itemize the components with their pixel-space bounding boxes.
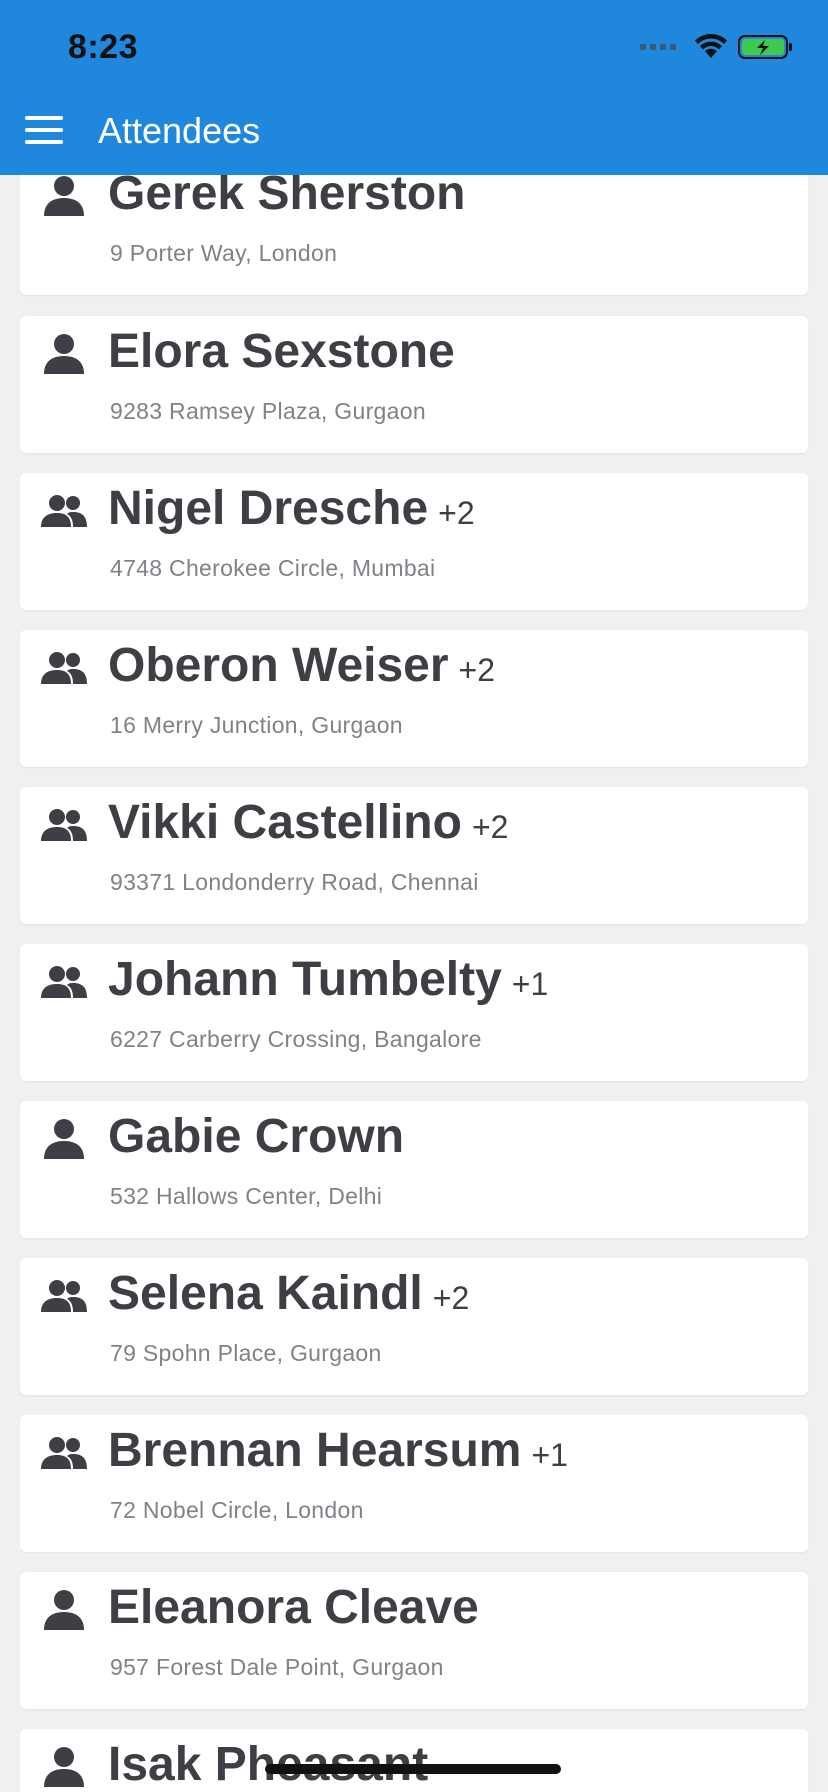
attendee-name: Oberon Weiser <box>108 639 449 692</box>
app-screen: Gerek Sherston 9 Porter Way, London Elor… <box>0 0 828 1792</box>
attendee-card[interactable]: Isak Pheasant <box>20 1729 808 1792</box>
attendee-card[interactable]: Gabie Crown 532 Hallows Center, Delhi <box>20 1101 808 1238</box>
group-icon <box>41 966 87 998</box>
attendee-name: Gabie Crown <box>108 1110 405 1163</box>
attendee-name-line: Elora Sexstone <box>108 324 465 379</box>
attendee-address: 93371 Londonderry Road, Chennai <box>110 869 479 895</box>
app-header: 8:23 Attendees <box>0 0 828 175</box>
guest-count: +2 <box>471 809 509 845</box>
group-icon <box>41 495 87 527</box>
attendee-name-line: Brennan Hearsum +1 <box>108 1423 568 1478</box>
attendee-card[interactable]: Johann Tumbelty +1 6227 Carberry Crossing… <box>20 944 808 1081</box>
attendee-name: Selena Kaindl <box>108 1267 423 1320</box>
wifi-icon <box>695 34 727 58</box>
attendee-card[interactable]: Vikki Castellino +2 93371 Londonderry Roa… <box>20 787 808 924</box>
attendee-address: 9283 Ramsey Plaza, Gurgaon <box>110 398 426 424</box>
attendee-name: Eleanora Cleave <box>108 1581 479 1634</box>
attendee-address: 79 Spohn Place, Gurgaon <box>110 1340 382 1366</box>
guest-count: +2 <box>438 495 475 531</box>
attendee-card[interactable]: Selena Kaindl +2 79 Spohn Place, Gurgaon <box>20 1258 808 1395</box>
attendee-name: Vikki Castellino <box>108 796 462 849</box>
attendee-card[interactable]: Oberon Weiser +2 16 Merry Junction, Gurga… <box>20 630 808 767</box>
attendee-name-line: Eleanora Cleave <box>108 1580 489 1635</box>
single-person-icon <box>44 1747 84 1787</box>
attendee-name-line: Vikki Castellino +2 <box>108 795 508 850</box>
single-person-icon <box>44 1119 84 1159</box>
cellular-signal-icon <box>640 44 676 50</box>
attendee-name: Elora Sexstone <box>108 325 455 378</box>
attendee-name-line: Oberon Weiser +2 <box>108 638 495 693</box>
attendee-name-line: Johann Tumbelty +1 <box>108 952 548 1007</box>
attendee-address: 532 Hallows Center, Delhi <box>110 1183 383 1209</box>
attendee-name: Brennan Hearsum <box>108 1424 522 1477</box>
group-icon <box>41 1437 87 1469</box>
group-icon <box>41 652 87 684</box>
attendee-address: 6227 Carberry Crossing, Bangalore <box>110 1026 482 1052</box>
attendee-name: Nigel Dresche <box>108 482 429 535</box>
guest-count: +2 <box>458 652 496 688</box>
single-person-icon <box>44 334 84 374</box>
single-person-icon <box>44 176 84 216</box>
attendee-name-line: Gabie Crown <box>108 1109 414 1164</box>
guest-count: +1 <box>531 1437 568 1473</box>
battery-icon <box>738 35 792 59</box>
attendee-card[interactable]: Brennan Hearsum +1 72 Nobel Circle, Londo… <box>20 1415 808 1552</box>
attendee-name-line: Selena Kaindl +2 <box>108 1266 469 1321</box>
group-icon <box>41 809 87 841</box>
home-indicator[interactable] <box>265 1764 561 1774</box>
guest-count: +1 <box>511 966 549 1002</box>
attendee-card[interactable]: Eleanora Cleave 957 Forest Dale Point, G… <box>20 1572 808 1709</box>
attendee-card[interactable]: Gerek Sherston 9 Porter Way, London <box>20 158 808 295</box>
attendee-name: Johann Tumbelty <box>108 953 502 1006</box>
attendee-card[interactable]: Elora Sexstone 9283 Ramsey Plaza, Gurgao… <box>20 316 808 453</box>
attendee-address: 9 Porter Way, London <box>110 240 338 266</box>
status-time: 8:23 <box>68 28 139 66</box>
guest-count: +2 <box>432 1280 470 1316</box>
attendee-address: 4748 Cherokee Circle, Mumbai <box>110 555 436 581</box>
attendee-address: 957 Forest Dale Point, Gurgaon <box>110 1654 444 1680</box>
group-icon <box>41 1280 87 1312</box>
hamburger-menu-icon[interactable] <box>25 116 63 144</box>
attendee-name-line: Nigel Dresche +2 <box>108 481 475 536</box>
status-icons <box>640 34 794 60</box>
attendee-address: 72 Nobel Circle, London <box>110 1497 364 1523</box>
attendee-card[interactable]: Nigel Dresche +2 4748 Cherokee Circle, Mu… <box>20 473 808 610</box>
single-person-icon <box>44 1590 84 1630</box>
attendee-address: 16 Merry Junction, Gurgaon <box>110 712 403 738</box>
page-title: Attendees <box>98 110 261 151</box>
